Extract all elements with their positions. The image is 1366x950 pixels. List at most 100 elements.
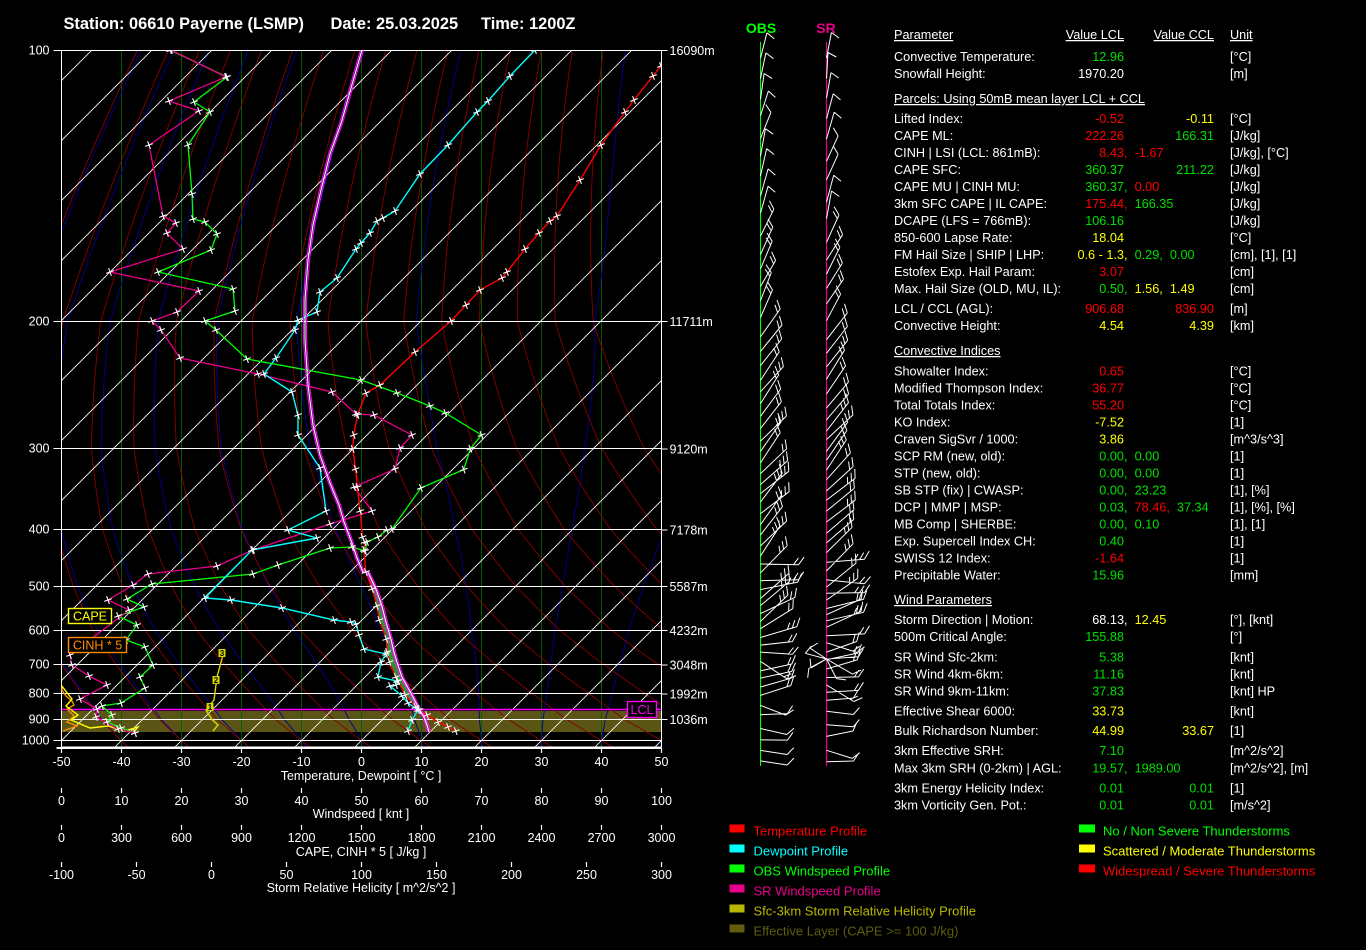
- svg-text:10: 10: [115, 794, 129, 808]
- svg-text:[1], [%], [%]: [1], [%], [%]: [1230, 501, 1295, 515]
- svg-text:30: 30: [535, 755, 549, 769]
- svg-text:906.68: 906.68: [1085, 302, 1124, 316]
- svg-text:0.03: 0.03: [1099, 501, 1124, 515]
- svg-text:30: 30: [235, 794, 249, 808]
- svg-text:[1]: [1]: [1230, 782, 1244, 796]
- svg-text:0: 0: [58, 831, 65, 845]
- svg-text:[°C]: [°C]: [1230, 399, 1251, 413]
- svg-text:[°], [knt]: [°], [knt]: [1230, 613, 1273, 627]
- svg-text:0.40: 0.40: [1099, 535, 1124, 549]
- svg-text:4.39: 4.39: [1189, 319, 1214, 333]
- svg-text:[°C]: [°C]: [1230, 112, 1251, 126]
- svg-text:1500: 1500: [348, 831, 376, 845]
- svg-text:[J/kg]: [J/kg]: [1230, 197, 1260, 211]
- svg-text:[km]: [km]: [1230, 319, 1254, 333]
- svg-text:-50: -50: [127, 868, 145, 882]
- svg-text:836.90: 836.90: [1175, 302, 1214, 316]
- svg-text:Max 3km SRH (0-2km) | AGL:: Max 3km SRH (0-2km) | AGL:: [894, 762, 1062, 776]
- svg-text:Showalter Index:: Showalter Index:: [894, 365, 989, 379]
- svg-text:Widespread / Severe Thundersto: Widespread / Severe Thunderstorms: [1103, 864, 1316, 879]
- svg-text:0.6 - 1.3: 0.6 - 1.3: [1077, 248, 1124, 262]
- svg-text:0: 0: [358, 755, 365, 769]
- svg-text:SR Windspeed Profile: SR Windspeed Profile: [754, 884, 881, 899]
- svg-text:[J/kg]: [J/kg]: [1230, 163, 1260, 177]
- svg-text:18.04: 18.04: [1092, 231, 1124, 245]
- svg-text:20: 20: [175, 794, 189, 808]
- svg-text:-50: -50: [52, 755, 70, 769]
- svg-text:, 0.00: , 0.00: [1124, 467, 1159, 481]
- svg-text:50: 50: [655, 755, 669, 769]
- svg-text:Lifted Index:: Lifted Index:: [894, 112, 963, 126]
- svg-text:[cm]: [cm]: [1230, 282, 1254, 296]
- svg-text:7.10: 7.10: [1099, 744, 1124, 758]
- svg-text:8.43: 8.43: [1099, 146, 1124, 160]
- svg-text:[knt]: [knt]: [1230, 651, 1254, 665]
- svg-text:SB STP (fix) | CWASP:: SB STP (fix) | CWASP:: [894, 484, 1023, 498]
- svg-text:1200: 1200: [288, 831, 316, 845]
- svg-text:CINH * 5: CINH * 5: [73, 639, 122, 653]
- svg-text:CINH | LSI (LCL: 861mB):: CINH | LSI (LCL: 861mB):: [894, 146, 1040, 160]
- svg-text:0.01: 0.01: [1189, 782, 1214, 796]
- svg-text:-0.11: -0.11: [1186, 112, 1214, 126]
- svg-text:50: 50: [355, 794, 369, 808]
- svg-text:Effective Layer (CAPE >= 100 J: Effective Layer (CAPE >= 100 J/kg): [754, 924, 959, 939]
- svg-text:[J/kg]: [J/kg]: [1230, 180, 1260, 194]
- svg-text:, 0.29, 0.00: , 0.29, 0.00: [1124, 248, 1195, 262]
- svg-text:Temperature, Dewpoint [ °C ]: Temperature, Dewpoint [ °C ]: [281, 769, 442, 783]
- svg-text:500: 500: [29, 580, 50, 594]
- svg-text:LCL / CCL (AGL):: LCL / CCL (AGL):: [894, 302, 993, 316]
- svg-text:Convective Temperature:: Convective Temperature:: [894, 50, 1035, 64]
- svg-text:360.37: 360.37: [1085, 180, 1124, 194]
- svg-text:[1], [1]: [1], [1]: [1230, 518, 1265, 532]
- svg-text:166.31: 166.31: [1175, 129, 1214, 143]
- svg-text:DCP | MMP | MSP:: DCP | MMP | MSP:: [894, 501, 1002, 515]
- svg-text:SCP RM (new, old):: SCP RM (new, old):: [894, 450, 1005, 464]
- svg-text:55.20: 55.20: [1092, 399, 1124, 413]
- svg-text:800: 800: [29, 687, 50, 701]
- svg-text:FM Hail Size | SHIP | LHP:: FM Hail Size | SHIP | LHP:: [894, 248, 1044, 262]
- svg-text:600: 600: [171, 831, 192, 845]
- svg-text:0.65: 0.65: [1099, 365, 1124, 379]
- svg-text:SR Wind Sfc-2km:: SR Wind Sfc-2km:: [894, 651, 998, 665]
- svg-text:1800: 1800: [408, 831, 436, 845]
- svg-text:CAPE: CAPE: [73, 610, 107, 624]
- svg-text:[J/kg]: [J/kg]: [1230, 214, 1260, 228]
- svg-text:Time: 1200Z: Time: 1200Z: [481, 15, 575, 33]
- svg-text:11711m: 11711m: [670, 315, 713, 329]
- svg-text:Snowfall Height:: Snowfall Height:: [894, 67, 986, 81]
- svg-text:4.54: 4.54: [1099, 319, 1124, 333]
- svg-text:KO Index:: KO Index:: [894, 416, 950, 430]
- svg-text:850-600 Lapse Rate:: 850-600 Lapse Rate:: [894, 231, 1013, 245]
- svg-text:3km Vorticity Gen. Pot.:: 3km Vorticity Gen. Pot.:: [894, 799, 1027, 813]
- svg-text:Scattered / Moderate Thunderst: Scattered / Moderate Thunderstorms: [1103, 844, 1316, 859]
- svg-text:0: 0: [58, 794, 65, 808]
- svg-text:Temperature Profile: Temperature Profile: [754, 824, 867, 839]
- svg-text:Wind Parameters: Wind Parameters: [894, 593, 992, 607]
- svg-text:Effective Shear 6000:: Effective Shear 6000:: [894, 705, 1015, 719]
- svg-text:1036m: 1036m: [670, 713, 708, 727]
- svg-text:0.00: 0.00: [1099, 484, 1124, 498]
- svg-text:[m]: [m]: [1230, 67, 1248, 81]
- svg-text:[1]: [1]: [1230, 467, 1244, 481]
- svg-text:Value LCL: Value LCL: [1066, 28, 1124, 42]
- svg-text:400: 400: [29, 523, 50, 537]
- svg-text:2700: 2700: [588, 831, 616, 845]
- svg-text:[J/kg]: [J/kg]: [1230, 129, 1260, 143]
- svg-text:1970.20: 1970.20: [1078, 67, 1124, 81]
- svg-text:[cm]: [cm]: [1230, 265, 1254, 279]
- svg-text:3.07: 3.07: [1099, 265, 1124, 279]
- svg-text:Estofex Exp. Hail Param:: Estofex Exp. Hail Param:: [894, 265, 1035, 279]
- svg-text:CAPE SFC:: CAPE SFC:: [894, 163, 961, 177]
- svg-text:Date: 25.03.2025: Date: 25.03.2025: [331, 15, 459, 33]
- svg-text:150: 150: [426, 868, 447, 882]
- svg-text:Bulk Richardson Number:: Bulk Richardson Number:: [894, 724, 1039, 738]
- svg-text:[m^2/s^2]: [m^2/s^2]: [1230, 744, 1284, 758]
- svg-text:-1.64: -1.64: [1095, 552, 1124, 566]
- svg-text:[mm]: [mm]: [1230, 569, 1258, 583]
- svg-text:Sfc-3km Storm Relative Helicit: Sfc-3km Storm Relative Helicity Profile: [754, 904, 977, 919]
- svg-text:SR Wind 4km-6km:: SR Wind 4km-6km:: [894, 668, 1003, 682]
- svg-text:Dewpoint Profile: Dewpoint Profile: [754, 844, 849, 859]
- svg-text:4232m: 4232m: [670, 624, 708, 638]
- svg-text:2400: 2400: [528, 831, 556, 845]
- svg-text:70: 70: [475, 794, 489, 808]
